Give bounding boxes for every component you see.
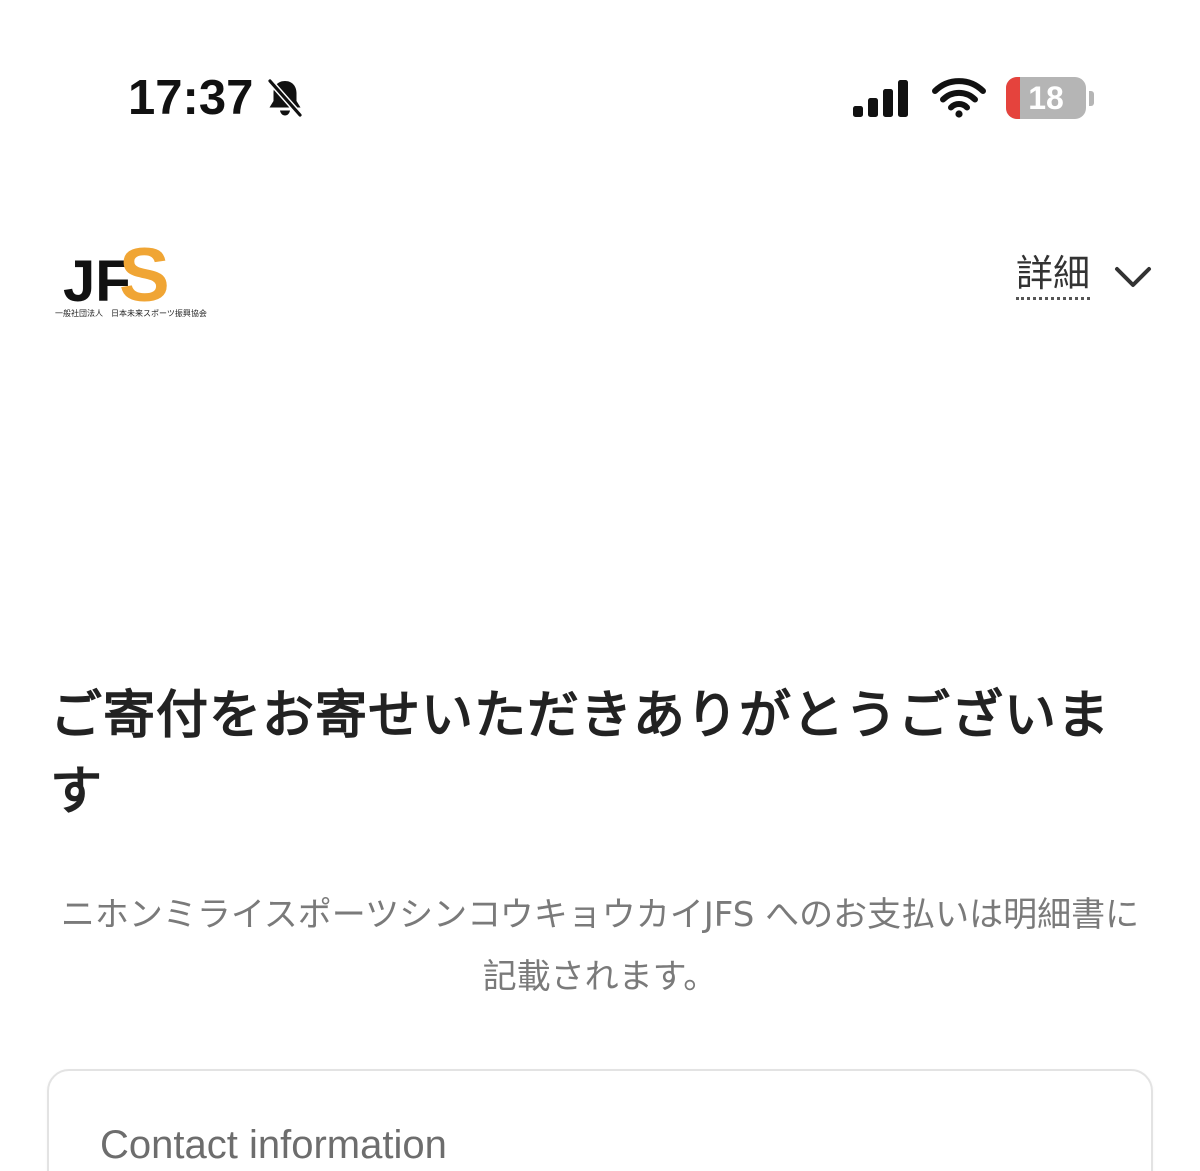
chevron-down-icon — [1115, 267, 1151, 287]
status-time-group: 17:37 — [128, 70, 307, 126]
details-label: 詳細 — [1016, 253, 1090, 300]
jfs-logo: JF S 一般社団法人 日本未来スポーツ振興協会 — [55, 237, 207, 327]
wifi-icon — [932, 78, 986, 118]
status-bar: 17:37 18 — [0, 0, 1200, 190]
logo-letter-s: S — [119, 237, 170, 307]
statement-descriptor-note: ニホンミライスポーツシンコウキョウカイJFS へのお支払いは明細書に記載されます… — [60, 895, 1140, 997]
details-toggle[interactable]: 詳細 — [1016, 247, 1152, 307]
battery-cap — [1089, 90, 1094, 106]
thank-you-title: ご寄付をお寄せいただきありがとうございます — [50, 686, 1111, 822]
logo-caption: 一般社団法人 日本未来スポーツ振興協会 — [55, 309, 207, 318]
payment-confirmation-page: 17:37 18 JF S 一般社団法人 日本未来スポーツ振興協会 詳細 ご寄付… — [0, 0, 1200, 1171]
merchant-header: JF S 一般社団法人 日本未来スポーツ振興協会 詳細 — [0, 225, 1200, 335]
contact-information-heading: Contact information — [100, 1123, 447, 1167]
battery-icon: 18 — [1006, 77, 1086, 119]
bell-slash-icon — [267, 78, 304, 118]
status-indicators: 18 — [852, 74, 1094, 122]
battery-level: 18 — [1028, 80, 1064, 116]
status-time: 17:37 — [128, 71, 254, 125]
jfs-logo-mark: JF S — [63, 237, 170, 307]
contact-information-card: Contact information — [47, 1069, 1153, 1171]
cellular-signal-icon — [853, 80, 908, 117]
